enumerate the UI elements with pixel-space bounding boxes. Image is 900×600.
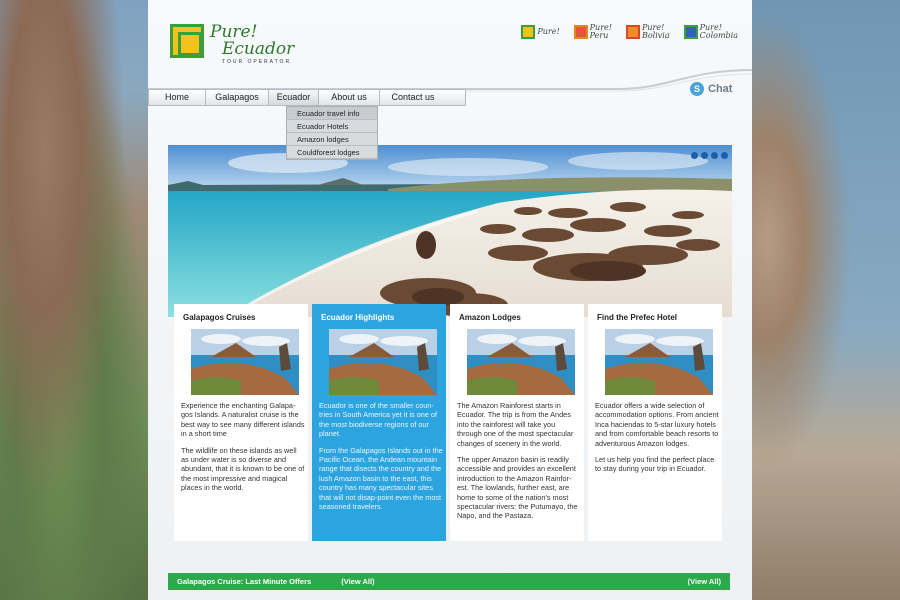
card-description: Experience the enchanting Galapa-gos Isl… [181,401,305,500]
dropdown-item-amazon-lodges[interactable]: Amazon lodges [287,133,377,146]
card-title: Galapagos Cruises [183,313,256,322]
slider-dot[interactable] [711,152,718,159]
brand-logo-icon [521,25,536,40]
country-site-links: Pure! Pure! Peru Pure! Bolivia Pure! Colomb… [521,23,738,41]
country-site-country: Bolivia [641,31,670,41]
background-right [752,0,900,600]
country-site-ecuador[interactable]: Pure! [521,24,560,41]
card-ecuador-highlights[interactable]: Ecuador Highlights Ecuador is one of the… [312,304,446,541]
view-all-link[interactable]: (View All) [341,577,374,586]
card-paragraph: From the Galapagos Islands out in the Pa… [319,445,443,512]
card-galapagos-cruises[interactable]: Galapagos Cruises Experience the enchant… [174,304,308,541]
slider-dot[interactable] [691,152,698,159]
last-minute-offers-bar: Galapagos Cruise: Last Minute Offers (Vi… [168,573,730,590]
country-site-peru[interactable]: Pure! Peru [573,23,612,41]
nav-about-us[interactable]: About us [319,90,380,105]
card-paragraph: Let us help you find the perfect place t… [595,455,715,474]
card-paragraph: The wildlife on these islands as well as… [181,445,305,493]
slider-dot[interactable] [701,152,708,159]
logo-line-2: Ecuador [222,39,295,59]
card-paragraph: The Amazon Rainforest starts in Ecuador.… [457,401,574,448]
brand-logo-icon [625,25,640,40]
hero-slider[interactable] [168,145,732,317]
card-thumbnail [467,329,575,395]
country-site-label: Pure! [537,27,560,37]
header-swoosh [148,69,752,92]
card-paragraph: Ecuador is one of the smaller coun-tries… [319,401,438,439]
chat-button[interactable]: S Chat [690,82,732,96]
nav-home[interactable]: Home [149,90,206,105]
card-paragraph: The upper Amazon basin is readily access… [457,455,578,521]
nav-galapagos[interactable]: Galapagos [206,90,269,105]
site-logo[interactable]: Pure! Ecuador TOUR OPERATOR [170,24,294,65]
skype-icon: S [690,82,704,96]
card-thumbnail [605,329,713,395]
header: Pure! Ecuador TOUR OPERATOR Pure! Pure! P… [148,0,752,92]
card-description: The Amazon Rainforest starts in Ecuador.… [457,401,581,528]
slider-dot[interactable] [721,152,728,159]
hero-image [168,145,732,317]
main-nav: Home Galapagos Ecuador About us Contact … [148,89,466,106]
nav-ecuador[interactable]: Ecuador [269,90,319,105]
page-container: Pure! Ecuador TOUR OPERATOR Pure! Pure! P… [148,0,752,600]
chat-label: Chat [708,83,733,95]
card-paragraph: Ecuador offers a wide selection of accom… [595,401,719,448]
country-site-colombia[interactable]: Pure! Colombia [683,23,738,41]
country-site-country: Colombia [699,31,738,41]
ecuador-dropdown-menu: Ecuador travel info Ecuador Hotels Amazo… [286,106,378,160]
country-site-bolivia[interactable]: Pure! Bolivia [625,23,670,41]
card-find-hotel[interactable]: Find the Prefec Hotel Ecuador offers a w… [588,304,722,541]
slider-dots [691,152,728,159]
brand-logo-icon [683,25,698,40]
brand-logo-icon [573,25,588,40]
logo-mark-icon [170,24,204,58]
country-site-country: Peru [589,31,609,41]
card-description: Ecuador is one of the smaller coun-tries… [319,401,443,518]
view-all-link[interactable]: (View All) [688,577,721,586]
background-left [0,0,148,600]
dropdown-item-ecuador-travel-info[interactable]: Ecuador travel info [287,107,377,120]
card-thumbnail [329,329,437,395]
card-title: Ecuador Highlights [321,313,395,322]
card-amazon-lodges[interactable]: Amazon Lodges The Amazon Rainforest star… [450,304,584,541]
nav-contact-us[interactable]: Contact us [380,90,446,105]
card-description: Ecuador offers a wide selection of accom… [595,401,719,481]
card-title: Amazon Lodges [459,313,521,322]
dropdown-item-cloudforest-lodges[interactable]: Couldforest lodges [287,146,377,159]
card-thumbnail [191,329,299,395]
card-title: Find the Prefec Hotel [597,313,678,322]
last-minute-offers-title: Galapagos Cruise: Last Minute Offers [177,577,312,586]
dropdown-item-ecuador-hotels[interactable]: Ecuador Hotels [287,120,377,133]
card-paragraph: Experience the enchanting Galapa-gos Isl… [181,401,305,439]
